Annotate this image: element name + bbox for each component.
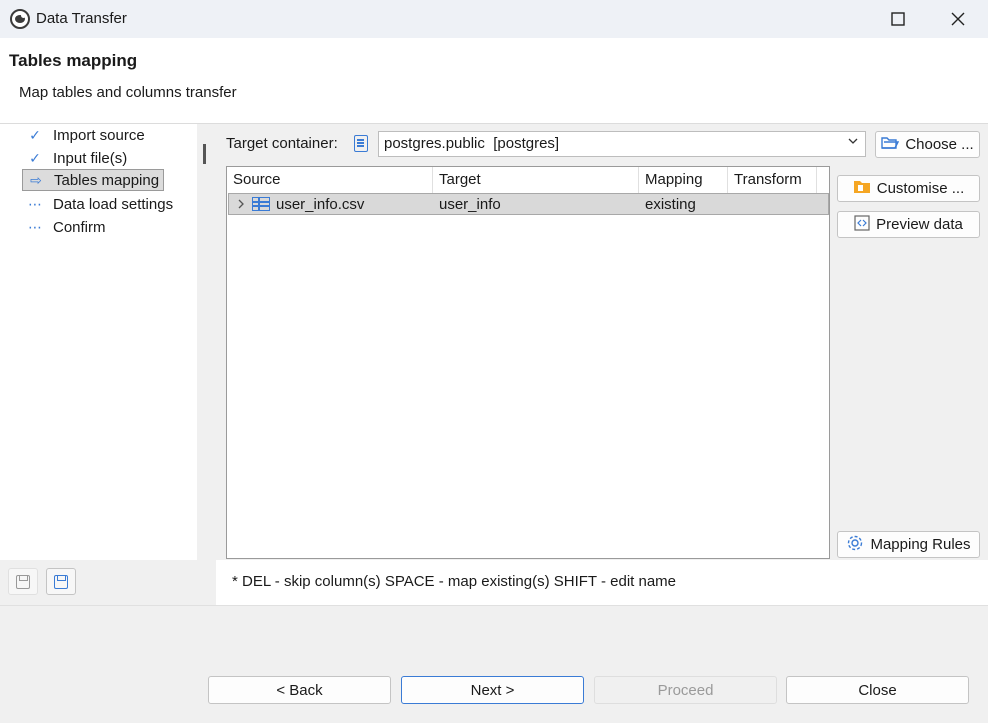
target-container-label: Target container:: [226, 135, 338, 152]
window-title: Data Transfer: [36, 10, 127, 27]
target-container-select[interactable]: postgres.public [postgres]: [378, 131, 866, 157]
nav-item-input-files[interactable]: ✓ Input file(s): [22, 147, 131, 169]
table-row[interactable]: user_info.csv user_info existing: [228, 193, 829, 215]
row-source: user_info.csv: [276, 196, 365, 213]
nav-item-import-source[interactable]: ✓ Import source: [22, 124, 149, 146]
arrow-right-icon: ⇨: [30, 171, 42, 188]
page-title: Tables mapping: [9, 51, 138, 70]
save-settings-button[interactable]: [8, 568, 38, 595]
column-header-transform[interactable]: Transform: [728, 167, 817, 193]
choose-button-label: Choose ...: [905, 136, 974, 153]
mapping-rules-button-label: Mapping Rules: [870, 536, 971, 553]
nav-item-label: Input file(s): [53, 149, 128, 167]
chevron-down-icon[interactable]: [847, 135, 859, 150]
mapping-rules-button[interactable]: Mapping Rules: [837, 531, 980, 558]
customise-button-label: Customise ...: [876, 180, 965, 197]
column-header-mapping[interactable]: Mapping: [639, 167, 728, 193]
row-target: user_info: [439, 196, 501, 213]
column-header-source[interactable]: Source: [227, 167, 433, 193]
app-logo-icon: [10, 9, 30, 29]
preview-data-button-label: Preview data: [876, 216, 963, 233]
dots-icon: ⋯: [28, 218, 42, 235]
target-container-value: postgres.public [postgres]: [384, 135, 560, 152]
wizard-footer: [0, 605, 988, 723]
wizard-header: Tables mapping Map tables and columns tr…: [0, 38, 988, 124]
schema-icon: [354, 135, 368, 152]
nav-item-label: Data load settings: [53, 195, 174, 213]
preview-data-button[interactable]: Preview data: [837, 211, 980, 238]
nav-item-confirm[interactable]: ⋯ Confirm: [22, 216, 110, 238]
nav-item-label: Tables mapping: [54, 171, 160, 189]
check-icon: ✓: [29, 126, 41, 143]
nav-item-label: Import source: [53, 126, 145, 144]
folder-open-icon: [881, 136, 900, 154]
page-description: Map tables and columns transfer: [19, 84, 237, 101]
row-mapping: existing: [645, 196, 696, 213]
close-button[interactable]: Close: [786, 676, 969, 704]
customise-button[interactable]: Customise ...: [837, 175, 980, 202]
check-icon: ✓: [29, 149, 41, 166]
save-task-icon: [54, 574, 68, 589]
title-bar: [0, 0, 988, 38]
code-icon: [854, 214, 870, 235]
table-icon: [252, 196, 270, 213]
save-task-button[interactable]: [46, 568, 76, 595]
dots-icon: ⋯: [28, 195, 42, 212]
expand-chevron-icon[interactable]: [236, 194, 246, 218]
column-header-target[interactable]: Target: [433, 167, 639, 193]
nav-item-tables-mapping[interactable]: ⇨ Tables mapping: [22, 169, 165, 191]
nav-item-label: Confirm: [53, 218, 106, 236]
back-button[interactable]: < Back: [208, 676, 391, 704]
nav-scrollbar[interactable]: [203, 144, 206, 164]
gear-icon: [846, 534, 864, 556]
folder-icon: [853, 179, 871, 198]
mapping-table[interactable]: Source Target Mapping Transform user_inf…: [226, 166, 830, 559]
next-button[interactable]: Next >: [401, 676, 584, 704]
maximize-icon[interactable]: [870, 0, 926, 38]
choose-button[interactable]: Choose ...: [875, 131, 980, 158]
save-icon: [16, 574, 30, 589]
nav-item-data-load-settings[interactable]: ⋯ Data load settings: [22, 193, 177, 215]
proceed-button[interactable]: Proceed: [594, 676, 777, 704]
close-icon[interactable]: [930, 0, 986, 38]
keyboard-hint: * DEL - skip column(s) SPACE - map exist…: [232, 573, 677, 590]
